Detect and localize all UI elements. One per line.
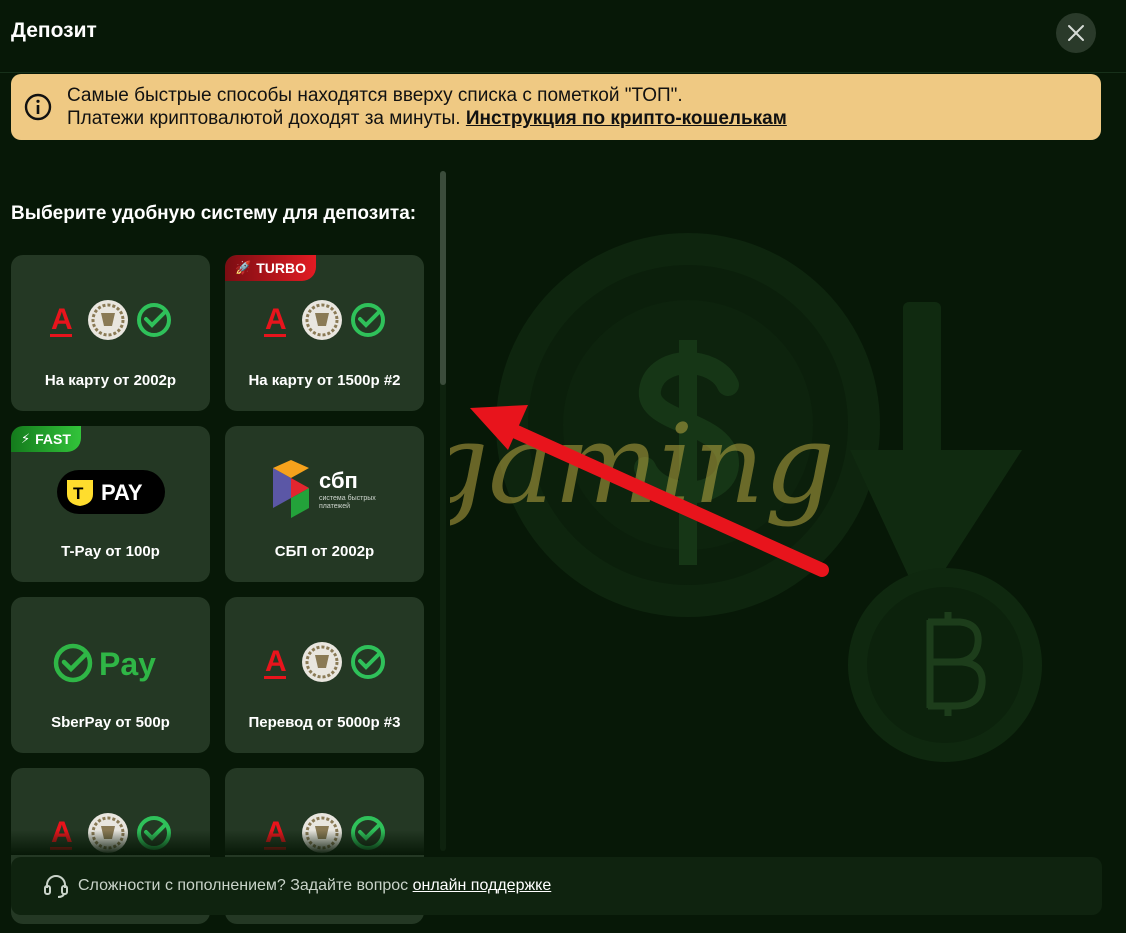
support-footer: Сложности с пополнением? Задайте вопрос …: [11, 857, 1102, 915]
method-logos: Pay: [11, 641, 210, 685]
method-label: СБП от 2002р: [274, 543, 375, 560]
online-support-link[interactable]: онлайн поддержке: [413, 877, 552, 894]
svg-text:A: A: [265, 303, 287, 336]
method-badge-fast: ⚡ FAST: [11, 426, 81, 452]
sber-check-icon: [136, 303, 171, 337]
svg-text:A: A: [265, 645, 287, 678]
method-label: T-Pay от 100р: [61, 543, 160, 560]
svg-text:система быстрых: система быстрых: [319, 494, 376, 502]
badge-label: FAST: [35, 431, 71, 447]
payment-method-card[interactable]: T PAY T-Pay от 100р ⚡ FAST: [11, 426, 210, 582]
sbp-logo-icon: сбпсистема быстрыхплатежей: [272, 460, 376, 518]
down-arrow-icon: [850, 302, 1022, 605]
method-label: На карту от 2002р: [44, 372, 177, 389]
method-badge-turbo: 🚀 TURBO: [225, 255, 316, 281]
payment-method-card[interactable]: A На карту от 1500р #2 🚀 TURBO: [225, 255, 424, 411]
method-label: На карту от 1500р #2: [248, 372, 401, 389]
svg-text:T: T: [73, 484, 84, 503]
tinkoff-emblem-icon: [301, 300, 342, 340]
sberpay-logo-icon: Pay: [53, 643, 156, 683]
method-logos: T PAY: [11, 470, 210, 514]
support-question: Сложности с пополнением? Задайте вопрос: [78, 877, 409, 894]
modal-title: Депозит: [11, 19, 97, 42]
list-fade: [0, 830, 440, 855]
method-logos: A: [225, 299, 424, 343]
svg-text:A: A: [51, 303, 73, 336]
info-icon: [24, 93, 52, 121]
tinkoff-emblem-icon: [301, 642, 342, 682]
alfa-bank-icon: A: [49, 303, 73, 337]
method-label: SberPay от 500р: [51, 714, 170, 731]
notice-line-2: Платежи криптовалютой доходят за минуты.…: [67, 108, 787, 130]
bank-logos-icon: A: [263, 300, 385, 340]
background-illustration: riogaming: [450, 233, 1042, 762]
bitcoin-coin-icon: [848, 568, 1042, 762]
badge-label: TURBO: [256, 260, 306, 276]
alfa-bank-icon: A: [263, 645, 287, 679]
crypto-wallet-instructions-link[interactable]: Инструкция по крипто-кошелькам: [466, 108, 787, 129]
notice-line-1: Самые быстрые способы находятся вверху с…: [67, 85, 683, 106]
payment-method-card[interactable]: A На карту от 2002р: [11, 255, 210, 411]
section-subtitle: Выберите удобную систему для депозита:: [11, 203, 417, 224]
svg-text:Pay: Pay: [99, 646, 156, 682]
svg-text:сбп: сбп: [319, 468, 358, 493]
close-button[interactable]: [1056, 13, 1096, 53]
tpay-logo-icon: T PAY: [56, 470, 165, 514]
svg-text:платежей: платежей: [319, 502, 350, 510]
method-logos: сбп система быстрых платежей: [225, 460, 424, 520]
close-icon: [1068, 25, 1084, 41]
svg-text:PAY: PAY: [101, 480, 143, 505]
sber-check-icon: [350, 303, 385, 337]
payment-method-card[interactable]: сбп система быстрых платежей СБП от 2002р: [225, 426, 424, 582]
rocket-icon: 🚀: [235, 260, 252, 275]
deposit-modal: Депозит Самые быстрые способы находятся …: [0, 0, 1126, 933]
notice-line-2-text: Платежи криптовалютой доходят за минуты.: [67, 108, 461, 129]
method-logos: A: [11, 299, 210, 343]
sber-check-icon: [350, 645, 385, 679]
payment-method-card[interactable]: Pay SberPay от 500р: [11, 597, 210, 753]
alfa-bank-icon: A: [263, 303, 287, 337]
lightning-icon: ⚡: [21, 431, 31, 446]
support-text: Сложности с пополнением? Задайте вопрос …: [78, 877, 551, 895]
scrollbar-thumb[interactable]: [440, 171, 446, 385]
method-logos: A: [225, 641, 424, 685]
headset-icon: [44, 875, 68, 898]
bank-logos-icon: A: [49, 300, 171, 340]
bank-logos-icon: A: [263, 642, 385, 682]
tinkoff-emblem-icon: [87, 300, 128, 340]
info-notice: Самые быстрые способы находятся вверху с…: [11, 74, 1101, 140]
method-label: Перевод от 5000р #3: [248, 714, 401, 731]
payment-method-card[interactable]: A Перевод от 5000р #3: [225, 597, 424, 753]
header-divider: [0, 72, 1126, 73]
